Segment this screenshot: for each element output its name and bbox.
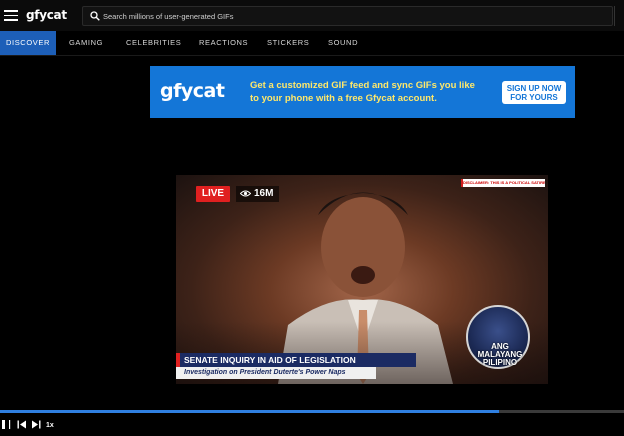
tab-reactions[interactable]: REACTIONS bbox=[199, 31, 248, 55]
gif-video[interactable]: LIVE 16M DISCLAIMER: THIS IS A POLITICAL… bbox=[176, 175, 548, 384]
live-badge: LIVE bbox=[196, 186, 230, 202]
top-bar: gfycat bbox=[0, 0, 624, 31]
sign-up-button-line2: FOR YOURS bbox=[510, 93, 558, 102]
search-input[interactable] bbox=[103, 7, 603, 25]
view-count-value: 16M bbox=[254, 188, 274, 199]
tab-stickers[interactable]: STICKERS bbox=[267, 31, 309, 55]
ad-gfycat-logo: gfycat bbox=[160, 80, 225, 102]
view-count: 16M bbox=[236, 186, 280, 202]
playback-speed[interactable]: 1x bbox=[46, 422, 54, 429]
ad-message-line1: Get a customized GIF feed and sync GIFs … bbox=[250, 80, 475, 91]
ang-malayang-pilipino-seal: ANG MALAYANG PILIPINO bbox=[466, 305, 530, 369]
news-subheadline: Investigation on President Duterte's Pow… bbox=[176, 367, 376, 379]
gfycat-logo[interactable]: gfycat bbox=[26, 8, 67, 22]
ad-message: Get a customized GIF feed and sync GIFs … bbox=[250, 79, 490, 105]
next-frame-icon[interactable] bbox=[31, 419, 41, 430]
menu-icon[interactable] bbox=[4, 10, 18, 21]
news-lower-third: SENATE INQUIRY IN AID OF LEGISLATION Inv… bbox=[176, 353, 436, 381]
satire-disclaimer: DISCLAIMER: THIS IS A POLITICAL SATIRE bbox=[461, 179, 545, 187]
previous-frame-icon[interactable] bbox=[17, 419, 27, 430]
pause-icon[interactable] bbox=[2, 419, 11, 430]
seal-text: ANG MALAYANG PILIPINO bbox=[468, 343, 532, 367]
ad-message-line2: to your phone with a free Gfycat account… bbox=[250, 93, 437, 104]
tab-gaming[interactable]: GAMING bbox=[69, 31, 103, 55]
signup-ad-banner[interactable]: gfycat Get a customized GIF feed and syn… bbox=[150, 66, 575, 118]
search-icon[interactable] bbox=[90, 11, 100, 21]
news-headline: SENATE INQUIRY IN AID OF LEGISLATION bbox=[176, 353, 416, 367]
category-nav: DISCOVER GAMING CELEBRITIES REACTIONS ST… bbox=[0, 31, 624, 56]
tab-discover[interactable]: DISCOVER bbox=[0, 31, 56, 55]
sign-up-button-line1: SIGN UP NOW bbox=[506, 83, 562, 93]
search-bar[interactable] bbox=[82, 6, 613, 26]
seal-text-line3: PILIPINO bbox=[482, 358, 518, 367]
tab-celebrities[interactable]: CELEBRITIES bbox=[126, 31, 181, 55]
tab-sound[interactable]: SOUND bbox=[328, 31, 358, 55]
player-controls: 1x bbox=[0, 413, 624, 436]
sign-up-button[interactable]: SIGN UP NOW FOR YOURS bbox=[502, 81, 566, 104]
eye-icon bbox=[240, 190, 251, 197]
header-divider bbox=[614, 6, 615, 26]
